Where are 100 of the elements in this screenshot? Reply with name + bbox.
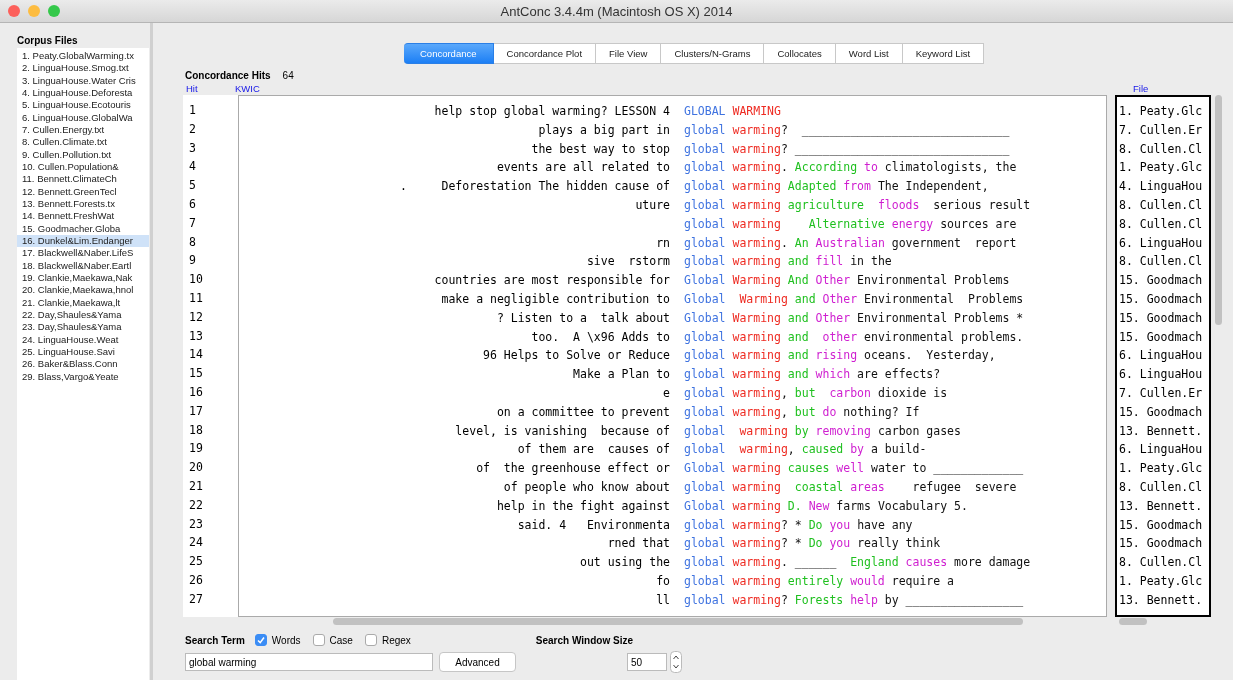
right-context: global warming by removing carbon gases (684, 422, 961, 440)
corpus-file-item[interactable]: 22. Day,Shaules&Yama (17, 308, 149, 322)
corpus-file-item[interactable]: 1. Peaty.GlobalWarming.tx (17, 50, 149, 63)
left-context: e (663, 385, 670, 400)
column-header[interactable]: KWIC (235, 83, 1133, 94)
hit-number: 10 (188, 271, 204, 289)
corpus-file-item[interactable]: 15. Goodmacher.Globa (17, 222, 149, 235)
corpus-file-item[interactable]: 23. Day,Shaules&Yama (17, 321, 149, 334)
file-name: 7. Cullen.Er (1119, 121, 1204, 139)
corpus-file-item[interactable]: 16. Dunkel&Lim.Endanger (17, 234, 149, 248)
left-context: sive rstorm (586, 254, 670, 269)
stepper-icon[interactable] (670, 651, 682, 673)
tab[interactable]: Clusters/N-Grams (661, 43, 765, 64)
checkbox[interactable]: Case (312, 634, 353, 646)
corpus-file-item[interactable]: 11. Bennett.ClimateCh (17, 173, 149, 186)
corpus-file-item[interactable]: 17. Blackwell&Naber.LifeS (17, 247, 149, 260)
corpus-file-item[interactable]: 4. LinguaHouse.Deforesta (17, 87, 149, 100)
right-context: Global warming D. New farms Vocabulary 5. (684, 497, 968, 515)
column-header[interactable]: Hit (183, 83, 235, 94)
file-name: 8. Cullen.Cl (1119, 140, 1204, 158)
left-context: help stop global warming? LESSON 4 (434, 104, 670, 118)
right-context: global warming, caused by a build- (684, 441, 927, 459)
advanced-button[interactable]: Advanced (439, 652, 516, 672)
corpus-file-item[interactable]: 10. Cullen.Population& (17, 160, 149, 174)
hit-number: 23 (188, 515, 204, 533)
file-name: 8. Cullen.Cl (1119, 478, 1204, 496)
left-context: of them are causes of (517, 442, 670, 457)
corpus-file-item[interactable]: 13. Bennett.Forests.tx (17, 197, 149, 211)
hit-number: 7 (188, 214, 197, 232)
file-name: 15. Goodmach (1119, 309, 1204, 327)
tab[interactable]: Collocates (764, 43, 836, 64)
tab[interactable]: File View (596, 43, 662, 64)
window-size-field[interactable]: 50 (627, 653, 667, 671)
file-name: 1. Peaty.Glc (1119, 103, 1204, 120)
zoom-button[interactable] (48, 5, 60, 17)
left-context: rn (656, 235, 670, 250)
corpus-file-item[interactable]: 3. LinguaHouse.Water Cris (17, 74, 149, 87)
file-name: 15. Goodmach (1119, 403, 1204, 421)
hit-number: 21 (188, 477, 204, 495)
right-context: global warming? _______________________________ (684, 140, 1010, 158)
file-name: 8. Cullen.Cl (1119, 215, 1204, 233)
file-name: 6. LinguaHou (1119, 366, 1204, 384)
corpus-file-item[interactable]: 19. Clankie,Maekawa,Nak (17, 271, 149, 285)
corpus-file-item[interactable]: 26. Baker&Blass.Conn (17, 358, 149, 371)
right-context: Global Warming and Other Environmental Problems * (684, 309, 1024, 327)
window-size-label: Search Window Size (535, 634, 633, 646)
hit-number: 4 (188, 158, 197, 176)
corpus-file-item[interactable]: 7. Cullen.Energy.txt (17, 123, 149, 137)
left-context: out using the (580, 555, 670, 570)
right-context: global warming? * Do you really think (684, 535, 941, 553)
right-context: global warming? Forests help by _________________ (684, 591, 1024, 609)
right-context: global warming. An Australian government report (684, 234, 1017, 252)
corpus-file-item[interactable]: 21. Clankie,Maekawa,lt (17, 296, 149, 309)
corpus-file-item[interactable]: 24. LinguaHouse.Weat (17, 333, 149, 346)
hit-number: 13 (188, 327, 204, 345)
close-button[interactable] (8, 5, 20, 17)
left-context: Make a Plan to (573, 367, 670, 382)
tab[interactable]: Concordance Plot (493, 43, 597, 64)
hit-number: 12 (188, 308, 204, 326)
left-context: uture (635, 198, 670, 212)
hit-number: 22 (188, 496, 204, 514)
file-name: 15. Goodmach (1119, 535, 1204, 553)
file-name: 15. Goodmach (1119, 290, 1204, 308)
corpus-file-item[interactable]: 8. Cullen.Climate.txt (17, 136, 149, 149)
corpus-file-item[interactable]: 6. LinguaHouse.GlobalWa (17, 111, 149, 124)
right-context: global warming agriculture floods serious result (684, 197, 1031, 214)
hits-count: 64 (282, 69, 294, 81)
corpus-file-item[interactable]: 25. LinguaHouse.Savi (17, 345, 149, 359)
hit-number: 25 (188, 553, 204, 571)
checkbox[interactable]: Words (254, 634, 301, 646)
left-context: of the greenhouse effect or (476, 461, 670, 476)
file-name: 1. Peaty.Glc (1119, 572, 1204, 590)
file-name: 7. Cullen.Er (1119, 384, 1204, 402)
corpus-file-item[interactable]: 5. LinguaHouse.Ecotouris (17, 99, 149, 112)
left-context: on a committee to prevent (496, 404, 670, 419)
column-header[interactable]: File (1133, 83, 1233, 94)
hit-number: 16 (188, 383, 204, 401)
left-context: ? Listen to a talk about (496, 310, 670, 325)
hit-number: 11 (188, 289, 204, 307)
hit-number: 5 (188, 177, 197, 195)
file-name: 6. LinguaHou (1119, 441, 1204, 459)
corpus-file-item[interactable]: 20. Clankie,Maekawa,hnol (17, 284, 149, 297)
file-name: 8. Cullen.Cl (1119, 554, 1204, 572)
left-context: rned that (607, 536, 670, 551)
minimize-button[interactable] (28, 5, 40, 17)
tab[interactable]: Keyword List (902, 43, 985, 64)
corpus-file-item[interactable]: 18. Blackwell&Naber.Eartl (17, 259, 149, 272)
search-field[interactable]: global warming (185, 653, 433, 671)
tab[interactable]: Word List (835, 43, 903, 64)
hit-number: 19 (188, 440, 204, 458)
corpus-file-item[interactable]: 9. Cullen.Pollution.txt (17, 148, 149, 161)
corpus-file-item[interactable]: 14. Bennett.FreshWat (17, 210, 149, 223)
right-context: global warming? * Do you have any (684, 516, 913, 534)
left-context: level, is vanishing because of (455, 423, 670, 438)
left-context: help in the fight against (496, 498, 670, 513)
corpus-file-item[interactable]: 29. Blass,Vargo&Yeate (17, 370, 149, 383)
corpus-file-item[interactable]: 2. LinguaHouse.Smog.txt (17, 62, 149, 75)
checkbox[interactable]: Regex (364, 634, 411, 646)
right-context: Global warming causes well water to _____________ (684, 460, 1024, 478)
corpus-file-item[interactable]: 12. Bennett.GreenTecl (17, 185, 149, 198)
